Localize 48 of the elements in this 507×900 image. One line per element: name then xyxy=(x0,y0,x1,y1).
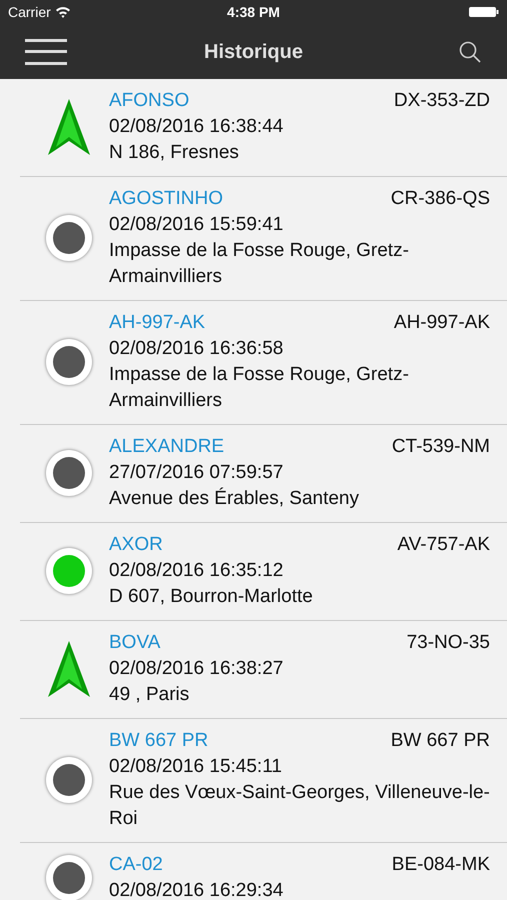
vehicle-row[interactable]: CA-02 BE-084-MK 02/08/2016 16:29:34 xyxy=(20,843,507,900)
timestamp: 02/08/2016 15:45:11 xyxy=(109,755,283,779)
vehicle-row[interactable]: ALEXANDRE CT-539-NM 27/07/2016 07:59:57 Avenue des Érables, Santeny xyxy=(20,425,507,523)
plate-number: AV-757-AK xyxy=(397,533,490,557)
vehicle-name: AFONSO xyxy=(109,89,190,113)
timestamp: 27/07/2016 07:59:57 xyxy=(109,461,284,485)
carrier-label: Carrier xyxy=(8,2,51,22)
vehicle-name: BOVA xyxy=(109,631,160,655)
timestamp: 02/08/2016 16:35:12 xyxy=(109,559,284,583)
plate-number: CR-386-QS xyxy=(390,187,490,211)
vehicle-name: AH-997-AK xyxy=(109,311,206,335)
vehicle-row[interactable]: BOVA 73-NO-35 02/08/2016 16:38:27 49 , Paris xyxy=(20,621,507,719)
screen-title: Historique xyxy=(204,40,303,64)
plate-number: AH-997-AK xyxy=(394,311,490,335)
plate-number: BW 667 PR xyxy=(390,729,490,753)
arrow-icon xyxy=(46,639,92,699)
vehicle-name: BW 667 PR xyxy=(109,729,208,753)
vehicle-name: AGOSTINHO xyxy=(109,187,224,211)
vehicle-name: CA-02 xyxy=(109,853,163,877)
address: Impasse de la Fosse Rouge, Gretz-Armainvilliers xyxy=(109,363,410,413)
vehicle-row[interactable]: AXOR AV-757-AK 02/08/2016 16:35:12 D 607, Bourron-Marlotte xyxy=(20,523,507,621)
vehicle-row[interactable]: AFONSO DX-353-ZD 02/08/2016 16:38:44 N 186, Fresnes xyxy=(20,79,507,177)
address: N 186, Fresnes xyxy=(109,141,240,165)
vehicle-row[interactable]: BW 667 PR BW 667 PR 02/08/2016 15:45:11 Rue des Vœux-Saint-Georges, Villeneuve-le-Roi xyxy=(20,719,507,843)
plate-number: BE-084-MK xyxy=(392,853,490,877)
address: Rue des Vœux-Saint-Georges, Villeneuve-le-Roi xyxy=(109,781,490,831)
vehicle-name: AXOR xyxy=(109,533,163,557)
vehicle-row[interactable]: AH-997-AK AH-997-AK 02/08/2016 16:36:58 Impasse de la Fosse Rouge, Gretz-Armainvilliers xyxy=(20,301,507,425)
battery-icon xyxy=(469,6,499,18)
menu-button[interactable] xyxy=(25,36,67,66)
timestamp: 02/08/2016 16:38:44 xyxy=(109,115,284,139)
plate-number: DX-353-ZD xyxy=(394,89,490,113)
timestamp: 02/08/2016 16:36:58 xyxy=(109,337,284,361)
address: D 607, Bourron-Marlotte xyxy=(109,585,314,609)
plate-number: CT-539-NM xyxy=(392,435,490,459)
timestamp: 02/08/2016 16:38:27 xyxy=(109,657,284,681)
vehicle-name: ALEXANDRE xyxy=(109,435,224,459)
search-icon[interactable] xyxy=(458,40,482,64)
address: Impasse de la Fosse Rouge, Gretz-Armainvilliers xyxy=(109,239,410,289)
timestamp: 02/08/2016 16:29:34 xyxy=(109,879,284,900)
wifi-icon xyxy=(54,6,71,18)
arrow-icon xyxy=(46,97,92,157)
address: Avenue des Érables, Santeny xyxy=(109,486,360,511)
clock-label: 4:38 PM xyxy=(227,2,280,22)
address: 49 , Paris xyxy=(109,683,190,707)
plate-number: 73-NO-35 xyxy=(406,631,490,655)
timestamp: 02/08/2016 15:59:41 xyxy=(109,213,284,237)
vehicle-row[interactable]: AGOSTINHO CR-386-QS 02/08/2016 15:59:41 Impasse de la Fosse Rouge, Gretz-Armainvilliers xyxy=(20,177,507,301)
